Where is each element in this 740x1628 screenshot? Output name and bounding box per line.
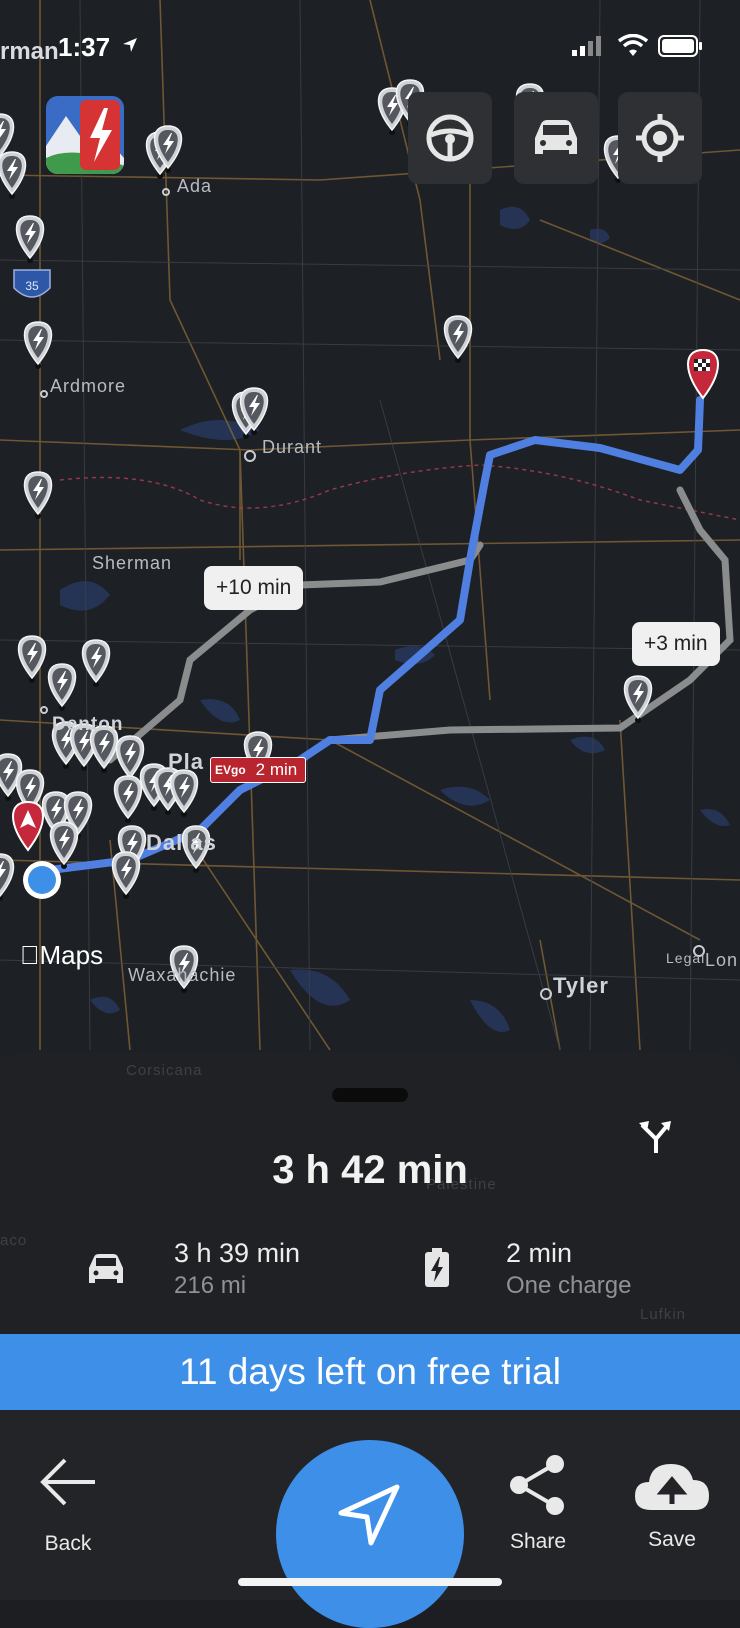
svg-text:35: 35	[25, 279, 39, 293]
alt-route-callout-2[interactable]: +3 min	[632, 622, 720, 666]
map-label-ardmore: Ardmore	[50, 376, 127, 396]
map-label-denton: Denton	[52, 714, 124, 735]
sheet-drag-handle[interactable]	[332, 1088, 408, 1102]
home-indicator	[238, 1578, 502, 1586]
maps-attribution[interactable]: Maps	[20, 940, 103, 971]
status-carrier-fragment: rman	[0, 38, 59, 65]
alt-route-callout-1[interactable]: +10 min	[204, 566, 304, 610]
back-button[interactable]: Back	[30, 1456, 106, 1556]
back-arrow-icon	[40, 1458, 95, 1506]
share-icon	[510, 1455, 564, 1515]
map-label-corsicana: Corsicana	[126, 1062, 203, 1079]
map-label-longview: Lon	[705, 950, 739, 970]
map-label-sherman: Sherman	[92, 553, 173, 573]
crosshair-locate-icon	[636, 114, 684, 162]
share-button[interactable]: Share	[500, 1454, 576, 1554]
charge-time: 2 min	[506, 1238, 573, 1268]
location-arrow-icon	[123, 38, 137, 52]
evgo-logo: EVgo	[215, 763, 246, 777]
share-label: Share	[509, 1530, 567, 1553]
status-time: 1:37	[58, 32, 111, 62]
battery-charge-icon	[425, 1248, 449, 1287]
vehicle-button[interactable]	[514, 92, 598, 184]
car-icon	[89, 1254, 123, 1283]
map-label-legal: Legal	[666, 950, 706, 966]
status-bar: rman 1:37	[0, 28, 740, 68]
apple-logo-icon: 	[20, 940, 40, 970]
charger-stop-time: 2 min	[255, 760, 298, 779]
charger-stop-callout[interactable]: EVgo 2 min	[210, 757, 307, 783]
free-trial-banner[interactable]: 11 days left on free trial	[0, 1334, 740, 1410]
drive-time: 3 h 39 min	[174, 1238, 301, 1268]
map-label-waco: aco	[0, 1232, 28, 1249]
save-button[interactable]: Save	[632, 1460, 712, 1552]
map-label-waxahachie: Waxahachie	[128, 965, 237, 985]
steering-mode-button[interactable]	[408, 92, 492, 184]
back-label: Back	[44, 1532, 92, 1555]
cloud-upload-icon	[635, 1464, 709, 1510]
map-label-tyler: Tyler	[553, 973, 609, 998]
car-icon	[535, 120, 577, 154]
map-label-durant: Durant	[262, 437, 323, 457]
steering-wheel-icon	[426, 114, 474, 162]
battery-icon	[658, 35, 702, 57]
map-label-ada: Ada	[177, 176, 213, 196]
trip-distance: 216 mi	[174, 1272, 247, 1299]
user-location-dot	[23, 861, 61, 899]
map-label-lufkin: Lufkin	[640, 1306, 687, 1323]
navigation-arrow-icon	[338, 1484, 400, 1546]
signal-icon	[572, 36, 601, 56]
charge-note: One charge	[506, 1272, 632, 1299]
app-logo-icon[interactable]	[46, 96, 124, 174]
wifi-icon	[618, 34, 648, 56]
total-trip-time: 3 h 42 min	[272, 1148, 468, 1192]
save-label: Save	[648, 1528, 696, 1551]
map-label-dallas: Dallas	[146, 830, 217, 855]
map-label-plano: Pla	[168, 749, 205, 774]
locate-me-button[interactable]	[618, 92, 702, 184]
